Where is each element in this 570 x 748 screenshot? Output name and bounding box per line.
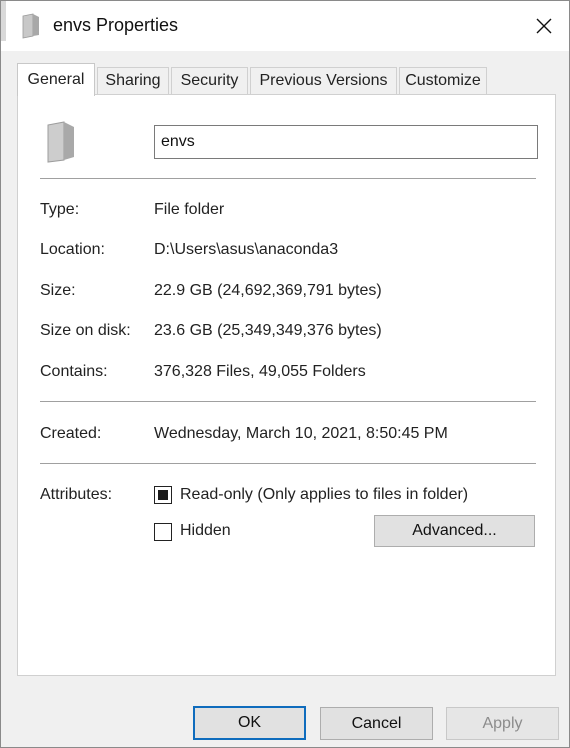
location-label: Location:: [40, 241, 105, 258]
contains-label: Contains:: [40, 363, 108, 380]
cancel-button[interactable]: Cancel: [320, 707, 433, 740]
read-only-checkbox[interactable]: [154, 486, 172, 504]
apply-button[interactable]: Apply: [446, 707, 559, 740]
folder-icon: [22, 13, 39, 39]
size-value: 22.9 GB (24,692,369,791 bytes): [154, 282, 382, 299]
background-window-edge: [1, 1, 6, 41]
read-only-label[interactable]: Read-only (Only applies to files in fold…: [180, 486, 468, 504]
advanced-button[interactable]: Advanced...: [374, 515, 535, 547]
folder-icon: [47, 121, 74, 163]
divider: [40, 178, 536, 179]
type-value: File folder: [154, 201, 225, 218]
tab-sharing[interactable]: Sharing: [97, 67, 169, 94]
title-bar: envs Properties: [1, 1, 569, 51]
created-label: Created:: [40, 425, 102, 442]
tab-customize[interactable]: Customize: [399, 67, 487, 94]
size-on-disk-label: Size on disk:: [40, 322, 131, 339]
general-tab-panel: Type: File folder Location: D:\Users\asu…: [17, 94, 556, 676]
hidden-label[interactable]: Hidden: [180, 522, 231, 540]
size-on-disk-value: 23.6 GB (25,349,349,376 bytes): [154, 322, 382, 339]
close-button[interactable]: [521, 7, 567, 45]
attributes-label: Attributes:: [40, 486, 113, 503]
properties-window: envs Properties General Sharing Security…: [0, 0, 570, 748]
created-value: Wednesday, March 10, 2021, 8:50:45 PM: [154, 425, 448, 442]
type-label: Type:: [40, 201, 80, 218]
location-value: D:\Users\asus\anaconda3: [154, 241, 339, 258]
tab-security[interactable]: Security: [171, 67, 248, 94]
size-label: Size:: [40, 282, 76, 299]
close-icon: [536, 18, 552, 34]
divider: [40, 401, 536, 402]
folder-name-input[interactable]: [154, 125, 538, 159]
ok-button[interactable]: OK: [193, 706, 306, 740]
hidden-checkbox[interactable]: [154, 523, 172, 541]
contains-value: 376,328 Files, 49,055 Folders: [154, 363, 366, 380]
tab-general[interactable]: General: [17, 63, 95, 96]
window-title: envs Properties: [53, 15, 179, 35]
tab-previous-versions[interactable]: Previous Versions: [250, 67, 397, 94]
divider: [40, 463, 536, 464]
